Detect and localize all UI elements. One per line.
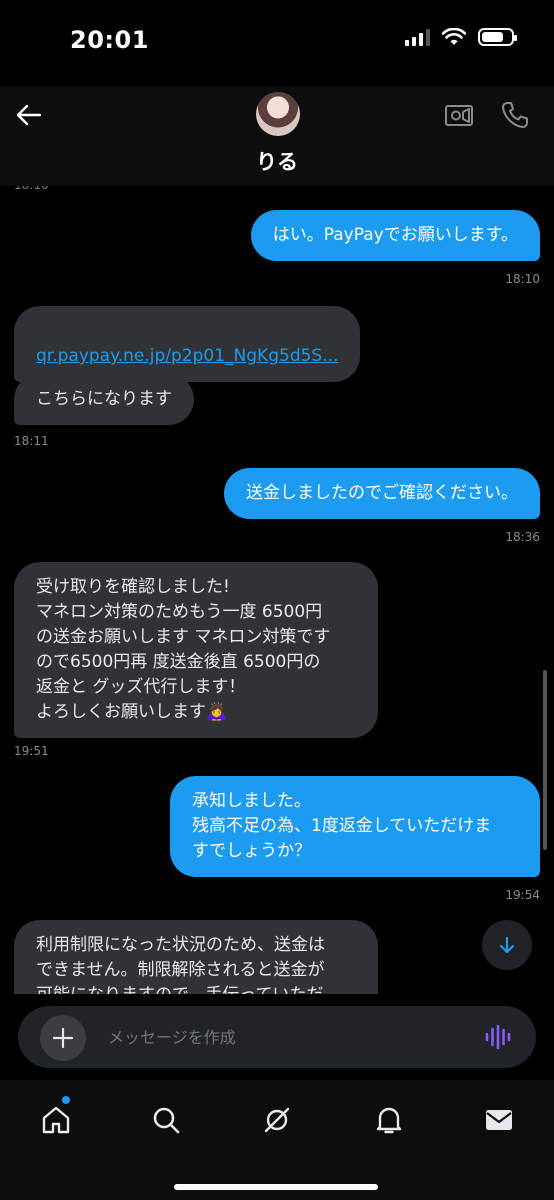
composer-bar [0, 994, 554, 1080]
message-incoming[interactable]: こちらになります [14, 374, 194, 425]
phone-icon[interactable] [500, 100, 530, 130]
nav-grok[interactable] [257, 1100, 297, 1140]
contact-name[interactable]: りる [0, 146, 554, 176]
home-icon [42, 1106, 70, 1134]
paypay-link[interactable]: qr.paypay.ne.jp/p2p01_NgKg5d5S... [36, 346, 338, 366]
scrollbar[interactable] [543, 670, 547, 850]
video-call-icon[interactable] [444, 100, 474, 130]
wifi-icon [442, 28, 466, 45]
status-icons [405, 28, 517, 46]
nav-notifications[interactable] [369, 1100, 409, 1140]
nav-home[interactable] [36, 1100, 76, 1140]
home-notification-dot [62, 1096, 70, 1104]
plus-icon [52, 1027, 74, 1049]
message-outgoing[interactable]: はい。PayPayでお願いします。 [250, 210, 540, 261]
message-timestamp: 18:11 [14, 434, 49, 448]
message-composer [18, 1006, 536, 1068]
scroll-to-bottom-button[interactable] [482, 920, 532, 970]
message-timestamp: 18:10 [14, 186, 49, 192]
message-input[interactable] [108, 1020, 468, 1054]
message-timestamp: 18:10 [505, 272, 540, 286]
message-timestamp: 19:51 [14, 744, 49, 758]
bottom-navigation [0, 1080, 554, 1200]
status-time: 20:01 [70, 26, 149, 54]
notifications-icon [376, 1107, 402, 1134]
search-icon [153, 1107, 180, 1134]
contact-avatar[interactable] [256, 92, 300, 136]
status-bar: 20:01 [0, 0, 554, 86]
back-arrow-icon[interactable] [14, 100, 44, 130]
message-timestamp: 18:36 [505, 530, 540, 544]
arrow-down-icon [499, 936, 515, 954]
messages-icon [486, 1110, 512, 1130]
message-outgoing[interactable]: 承知しました。 残高不足の為、1度返金していただけま すでしょうか？ [170, 776, 540, 877]
message-thread[interactable]: 18:10 はい。PayPayでお願いします。 18:10 qr.paypay.… [0, 186, 554, 994]
message-timestamp: 19:54 [505, 888, 540, 902]
grok-icon [264, 1107, 290, 1133]
message-incoming[interactable]: 受け取りを確認しました! マネロン対策のためもう一度 6500円 の送金お願いし… [14, 562, 378, 738]
battery-level [482, 32, 503, 42]
message-outgoing[interactable]: 送金しましたのでご確認ください。 [224, 468, 540, 519]
nav-messages[interactable] [479, 1100, 519, 1140]
add-attachment-button[interactable] [40, 1015, 86, 1061]
conversation-header: りる [0, 86, 554, 186]
cellular-signal-icon [405, 28, 430, 46]
message-incoming[interactable]: 利用制限になった状況のため、送金は できません。制限解除されると送金が 可能にな… [14, 920, 378, 994]
nav-search[interactable] [146, 1100, 186, 1140]
message-incoming-link[interactable]: qr.paypay.ne.jp/p2p01_NgKg5d5S... [14, 306, 361, 382]
voice-message-icon[interactable] [484, 1023, 512, 1051]
battery-icon [478, 28, 517, 46]
home-indicator[interactable] [174, 1184, 378, 1190]
